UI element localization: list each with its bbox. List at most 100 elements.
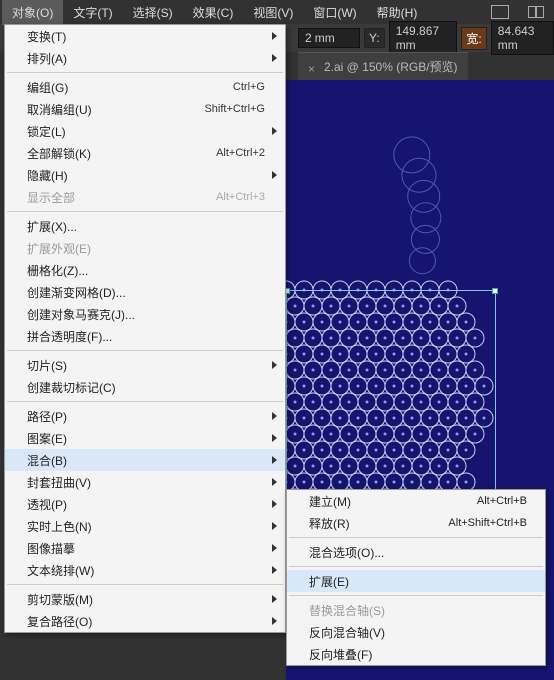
menu-item[interactable]: 切片(S)	[5, 354, 285, 376]
menu-item[interactable]: 全部解锁(K) Alt+Ctrl+2	[5, 142, 285, 164]
menu-item[interactable]: 取消编组(U) Shift+Ctrl+G	[5, 98, 285, 120]
menu-item-label: 显示全部	[27, 189, 75, 206]
document-tab[interactable]: × 2.ai @ 150% (RGB/预览)	[298, 52, 468, 80]
submenu-arrow-icon	[272, 544, 277, 552]
menu-item-label: 栅格化(Z)...	[27, 262, 88, 279]
menu-item-label: 隐藏(H)	[27, 167, 68, 184]
handle-tr[interactable]	[492, 288, 498, 294]
tab-close-icon[interactable]: ×	[308, 62, 318, 72]
menu-item-label: 编组(G)	[27, 79, 68, 96]
menu-item[interactable]: 拼合透明度(F)...	[5, 325, 285, 347]
submenu-item-label: 反向混合轴(V)	[309, 624, 385, 641]
menu-item-label: 创建裁切标记(C)	[27, 379, 116, 396]
menu-item-label: 透视(P)	[27, 496, 67, 513]
menu-item[interactable]: 创建渐变网格(D)...	[5, 281, 285, 303]
shortcut: Alt+Ctrl+2	[216, 147, 265, 159]
menu-item[interactable]: 锁定(L)	[5, 120, 285, 142]
layout-icon[interactable]	[488, 2, 512, 22]
submenu-item[interactable]: 反向混合轴(V)	[287, 621, 545, 643]
menu-item-label: 实时上色(N)	[27, 518, 92, 535]
menu-item[interactable]: 图案(E)	[5, 427, 285, 449]
menu-window[interactable]: 窗口(W)	[303, 0, 366, 25]
menu-item-label: 取消编组(U)	[27, 101, 92, 118]
menu-object[interactable]: 对象(O)	[2, 0, 63, 25]
w-value[interactable]: 84.643 mm	[491, 21, 554, 55]
menu-item-label: 拼合透明度(F)...	[27, 328, 112, 345]
shortcut: Alt+Ctrl+3	[216, 191, 265, 203]
menu-item-label: 图案(E)	[27, 430, 67, 447]
menu-item[interactable]: 混合(B)	[5, 449, 285, 471]
submenu-item[interactable]: 扩展(E)	[287, 570, 545, 592]
menu-item[interactable]: 复合路径(O)	[5, 610, 285, 632]
submenu-arrow-icon	[272, 478, 277, 486]
submenu-arrow-icon	[272, 595, 277, 603]
submenu-arrow-icon	[272, 617, 277, 625]
selection-box[interactable]	[286, 290, 496, 500]
menu-item-label: 全部解锁(K)	[27, 145, 91, 162]
shortcut: Alt+Ctrl+B	[477, 495, 527, 507]
menu-item[interactable]: 排列(A)	[5, 47, 285, 69]
menu-item-label: 排列(A)	[27, 50, 67, 67]
menu-item[interactable]: 剪切蒙版(M)	[5, 588, 285, 610]
menu-item-label: 切片(S)	[27, 357, 67, 374]
submenu-item-label: 混合选项(O)...	[309, 544, 384, 561]
menu-item-label: 文本绕排(W)	[27, 562, 94, 579]
submenu-item[interactable]: 建立(M)Alt+Ctrl+B	[287, 490, 545, 512]
submenu-arrow-icon	[272, 500, 277, 508]
submenu-arrow-icon	[272, 434, 277, 442]
w-label: 宽:	[461, 27, 486, 50]
menu-item[interactable]: 路径(P)	[5, 405, 285, 427]
menu-item[interactable]: 隐藏(H)	[5, 164, 285, 186]
menu-item-label: 锁定(L)	[27, 123, 66, 140]
submenu-item[interactable]: 反向堆叠(F)	[287, 643, 545, 665]
submenu-arrow-icon	[272, 456, 277, 464]
menu-text[interactable]: 文字(T)	[63, 0, 122, 25]
submenu-item[interactable]: 释放(R) Alt+Shift+Ctrl+B	[287, 512, 545, 534]
menu-item-label: 图像描摹	[27, 540, 75, 557]
blend-submenu: 建立(M)Alt+Ctrl+B 释放(R) Alt+Shift+Ctrl+B 混合选项…	[286, 489, 546, 666]
menu-item[interactable]: 封套扭曲(V)	[5, 471, 285, 493]
menu-item[interactable]: 创建对象马赛克(J)...	[5, 303, 285, 325]
menu-item-label: 变换(T)	[27, 28, 66, 45]
menu-item[interactable]: 透视(P)	[5, 493, 285, 515]
menu-item[interactable]: 编组(G) Ctrl+G	[5, 76, 285, 98]
shortcut: Shift+Ctrl+G	[204, 103, 265, 115]
menu-item[interactable]: 实时上色(N)	[5, 515, 285, 537]
submenu-arrow-icon	[272, 361, 277, 369]
submenu-arrow-icon	[272, 566, 277, 574]
shortcut: Ctrl+G	[233, 81, 265, 93]
menu-item-label: 扩展外观(E)	[27, 240, 91, 257]
object-menu: 变换(T) 排列(A) 编组(G) Ctrl+G 取消编组(U) Shift+Ctrl+G…	[4, 24, 286, 633]
menu-item[interactable]: 创建裁切标记(C)	[5, 376, 285, 398]
menubar: 对象(O) 文字(T) 选择(S) 效果(C) 视图(V) 窗口(W) 帮助(H…	[0, 0, 554, 24]
menu-item[interactable]: 栅格化(Z)...	[5, 259, 285, 281]
submenu-item-label: 释放(R)	[309, 515, 350, 532]
submenu-arrow-icon	[272, 127, 277, 135]
menu-item[interactable]: 扩展(X)...	[5, 215, 285, 237]
submenu-arrow-icon	[272, 522, 277, 530]
submenu-item-label: 扩展(E)	[309, 573, 349, 590]
menu-item-label: 剪切蒙版(M)	[27, 591, 93, 608]
submenu-item: 替换混合轴(S)	[287, 599, 545, 621]
x-tail: 2 mm	[298, 28, 360, 48]
menu-item-label: 创建对象马赛克(J)...	[27, 306, 135, 323]
submenu-item-label: 反向堆叠(F)	[309, 646, 372, 663]
menu-view[interactable]: 视图(V)	[243, 0, 303, 25]
submenu-arrow-icon	[272, 171, 277, 179]
submenu-arrow-icon	[272, 412, 277, 420]
menu-effect[interactable]: 效果(C)	[183, 0, 244, 25]
submenu-item-label: 替换混合轴(S)	[309, 602, 385, 619]
menu-item[interactable]: 图像描摹	[5, 537, 285, 559]
submenu-item[interactable]: 混合选项(O)...	[287, 541, 545, 563]
menu-item[interactable]: 文本绕排(W)	[5, 559, 285, 581]
menu-item-label: 路径(P)	[27, 408, 67, 425]
y-value[interactable]: 149.867 mm	[389, 21, 458, 55]
shortcut: Alt+Shift+Ctrl+B	[448, 517, 527, 529]
menu-item[interactable]: 变换(T)	[5, 25, 285, 47]
arrange-icon[interactable]	[524, 2, 548, 22]
menu-item-label: 扩展(X)...	[27, 218, 77, 235]
menu-item-label: 封套扭曲(V)	[27, 474, 91, 491]
menu-item: 扩展外观(E)	[5, 237, 285, 259]
menu-select[interactable]: 选择(S)	[123, 0, 183, 25]
submenu-arrow-icon	[272, 32, 277, 40]
